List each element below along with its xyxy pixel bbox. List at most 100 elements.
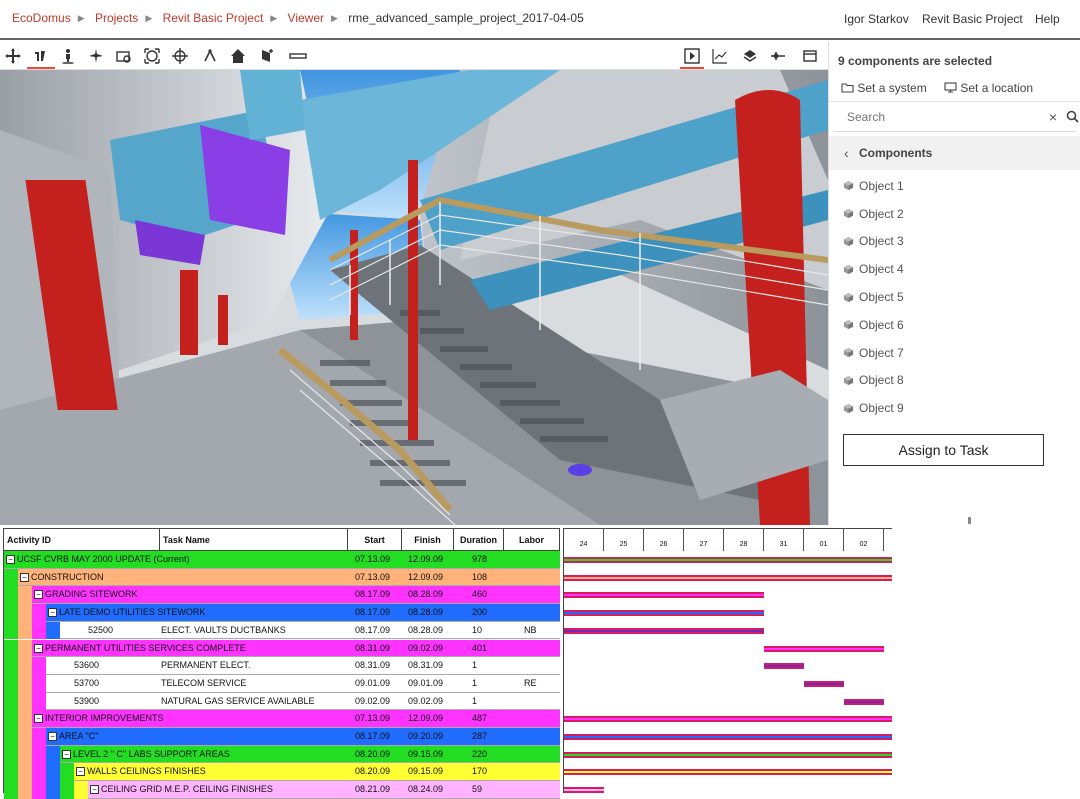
gantt-bar[interactable] [564,592,764,599]
gantt-row[interactable]: − GRADING SITEWORK 08.17.09 08.28.09 460 [4,586,560,605]
center-icon[interactable] [170,46,190,66]
outline-stripe [4,781,18,799]
pan-icon[interactable] [3,46,23,66]
set-location-button[interactable]: Set a location [944,81,1033,95]
clear-icon[interactable]: × [1049,109,1057,125]
gantt-row[interactable]: − CEILING GRID M.E.P. CEILING FINISHES 08.… [4,781,560,799]
gantt-bar[interactable] [844,698,884,705]
gantt-row[interactable]: − UCSF CVRB MAY 2000 UPDATE (Current) 07.1… [4,551,560,569]
duration: 108 [472,571,488,582]
outline-stripe [4,657,18,675]
breadcrumb-project[interactable]: Revit Basic Project [163,11,264,25]
active-tool-indicator [27,67,55,69]
breadcrumb-viewer[interactable]: Viewer [288,11,324,25]
gantt-row[interactable]: 53700 TELECOM SERVICE 09.01.09 09.01.09 1 RE [4,674,560,693]
walk-icon[interactable] [58,46,78,66]
col-task-name[interactable]: Task Name [160,529,348,551]
select-icon[interactable] [258,46,278,66]
component-item[interactable]: Object 3 [829,228,1080,256]
outline-stripe [4,710,18,728]
component-item[interactable]: Object 6 [829,311,1080,339]
component-item[interactable]: Object 5 [829,283,1080,311]
outline-stripe [18,674,32,693]
home-icon[interactable] [228,46,248,66]
collapse-icon[interactable]: − [34,714,43,724]
help-link[interactable]: Help [1035,12,1060,26]
project-menu[interactable]: Revit Basic Project [922,12,1023,26]
collapse-icon[interactable]: − [34,590,43,600]
gantt-bar[interactable] [764,663,804,670]
component-label: Object 8 [859,373,904,388]
col-start[interactable]: Start [348,529,402,551]
3d-viewport[interactable] [0,70,828,525]
chart-icon[interactable] [710,46,730,66]
gantt-bar[interactable] [564,574,892,581]
user-menu[interactable]: Igor Starkov [844,12,909,26]
gantt-bar[interactable] [564,557,892,563]
gantt-bar[interactable] [804,680,844,687]
components-header[interactable]: ‹ Components [829,136,1080,170]
duration: 401 [472,642,488,653]
collapse-icon[interactable]: − [62,749,71,759]
fit-to-view-icon[interactable] [142,46,162,66]
collapse-icon[interactable]: − [20,572,29,582]
window-icon[interactable] [800,46,820,66]
component-item[interactable]: Object 8 [829,367,1080,395]
start-date: 08.31.09 [355,660,391,671]
col-finish[interactable]: Finish [402,529,454,551]
section-icon[interactable] [288,46,308,66]
gantt-bar[interactable] [564,787,604,793]
duration: 200 [472,607,488,618]
collapse-icon[interactable]: − [48,732,57,741]
gantt-bar[interactable] [564,751,892,758]
col-activity-id[interactable]: Activity ID [4,529,160,551]
activity-id: AREA "C" [59,731,99,741]
gantt-row[interactable]: 52500 ELECT. VAULTS DUCTBANKS 08.17.09 08.2… [4,621,560,640]
measure-icon[interactable] [200,46,220,66]
breadcrumb-ecodomus[interactable]: EcoDomus [12,11,71,25]
gantt-bar[interactable] [564,716,892,723]
gantt-row[interactable]: − WALLS CEILINGS FINISHES 08.20.09 09.15.09… [4,763,560,782]
gantt-row[interactable]: − INTERIOR IMPROVEMENTS 07.13.09 12.09.09 48… [4,710,560,728]
gantt-row[interactable]: − LEVEL 2 " C" LABS SUPPORT AREAS 08.20.09… [4,745,560,764]
player-icon[interactable] [682,46,702,66]
collapse-icon[interactable]: − [6,555,15,564]
gantt-row[interactable]: 53900 NATURAL GAS SERVICE AVAILABLE 09.02.… [4,692,560,711]
gantt-row[interactable]: − AREA "C" 08.17.09 09.20.09 287 [4,728,560,746]
component-item[interactable]: Object 1 [829,172,1080,200]
component-label: Object 2 [859,206,904,221]
settings-icon[interactable] [768,46,788,66]
panel-splitter[interactable] [968,517,971,524]
search-icon[interactable] [1066,110,1079,128]
search-input[interactable] [847,110,1037,124]
gantt-row[interactable]: − LATE DEMO UTILITIES SITEWORK 08.17.09 08.… [4,604,560,622]
component-item[interactable]: Object 9 [829,394,1080,422]
gantt-row[interactable]: 53600 PERMANENT ELECT. 08.31.09 08.31.09 1 [4,657,560,675]
assign-to-task-button[interactable]: Assign to Task [843,434,1044,466]
collapse-icon[interactable]: − [48,608,57,618]
chevron-right-icon: ▶ [77,13,85,23]
set-system-button[interactable]: Set a system [841,81,927,95]
collapse-icon[interactable]: − [76,767,85,777]
chevron-left-icon[interactable]: ‹ [844,145,849,161]
orbit-icon[interactable] [30,46,50,66]
activity-id: CONSTRUCTION [31,571,104,582]
fly-icon[interactable] [86,46,106,66]
component-item[interactable]: Object 7 [829,339,1080,367]
gantt-bar[interactable] [564,610,764,617]
col-labor[interactable]: Labor [504,529,560,551]
gantt-row[interactable]: − CONSTRUCTION 07.13.09 12.09.09 108 [4,568,560,587]
component-item[interactable]: Object 2 [829,200,1080,228]
zoom-window-icon[interactable] [114,46,134,66]
gantt-bar[interactable] [764,645,884,652]
gantt-bar[interactable] [564,769,892,776]
outline-stripe [18,657,32,675]
gantt-bar[interactable] [564,627,764,634]
collapse-icon[interactable]: − [34,643,43,653]
gantt-row[interactable]: − PERMANENT UTILITIES SERVICES COMPLETE 08… [4,639,560,658]
col-duration[interactable]: Duration [454,529,504,551]
gantt-bar[interactable] [564,734,892,740]
breadcrumb-projects[interactable]: Projects [95,11,138,25]
layers-icon[interactable] [740,46,760,66]
component-item[interactable]: Object 4 [829,255,1080,283]
